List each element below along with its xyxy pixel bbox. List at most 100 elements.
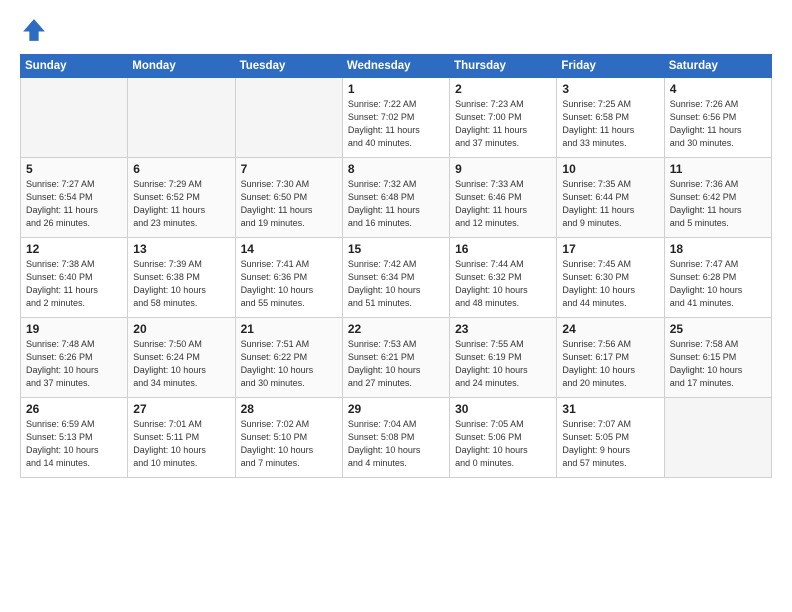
day-number: 30 <box>455 402 551 416</box>
day-info: Sunrise: 7:53 AM Sunset: 6:21 PM Dayligh… <box>348 338 444 390</box>
header-row: SundayMondayTuesdayWednesdayThursdayFrid… <box>21 55 772 78</box>
day-cell: 26Sunrise: 6:59 AM Sunset: 5:13 PM Dayli… <box>21 398 128 478</box>
day-cell: 24 Sunrise: 7:56 AM Sunset: 6:17 PM Dayli… <box>557 318 664 398</box>
day-cell: 29 Sunrise: 7:04 AM Sunset: 5:08 PM Dayli… <box>342 398 449 478</box>
day-number: 21 <box>241 322 337 336</box>
day-number: 13 <box>133 242 229 256</box>
day-cell: 31 Sunrise: 7:07 AM Sunset: 5:05 PM Dayli… <box>557 398 664 478</box>
day-number: 5 <box>26 162 122 176</box>
column-header-tuesday: Tuesday <box>235 55 342 78</box>
day-info: Sunrise: 7:48 AM Sunset: 6:26 PM Dayligh… <box>26 338 122 390</box>
day-cell: 30Sunrise: 7:05 AM Sunset: 5:06 PM Dayli… <box>450 398 557 478</box>
day-cell: 21 Sunrise: 7:51 AM Sunset: 6:22 PM Dayli… <box>235 318 342 398</box>
day-info: Sunrise: 7:36 AM Sunset: 6:42 PM Dayligh… <box>670 178 766 230</box>
day-number: 29 <box>348 402 444 416</box>
day-cell <box>235 78 342 158</box>
day-number: 20 <box>133 322 229 336</box>
day-info: Sunrise: 7:50 AM Sunset: 6:24 PM Dayligh… <box>133 338 229 390</box>
day-cell: 10Sunrise: 7:35 AM Sunset: 6:44 PM Dayli… <box>557 158 664 238</box>
day-number: 2 <box>455 82 551 96</box>
day-number: 1 <box>348 82 444 96</box>
day-info: Sunrise: 7:33 AM Sunset: 6:46 PM Dayligh… <box>455 178 551 230</box>
day-number: 27 <box>133 402 229 416</box>
day-number: 23 <box>455 322 551 336</box>
day-cell: 18 Sunrise: 7:47 AM Sunset: 6:28 PM Dayli… <box>664 238 771 318</box>
column-header-sunday: Sunday <box>21 55 128 78</box>
column-header-monday: Monday <box>128 55 235 78</box>
day-cell: 22 Sunrise: 7:53 AM Sunset: 6:21 PM Dayli… <box>342 318 449 398</box>
logo-icon <box>20 16 48 44</box>
column-header-friday: Friday <box>557 55 664 78</box>
column-header-thursday: Thursday <box>450 55 557 78</box>
day-cell: 23 Sunrise: 7:55 AM Sunset: 6:19 PM Dayli… <box>450 318 557 398</box>
day-cell: 17 Sunrise: 7:45 AM Sunset: 6:30 PM Dayli… <box>557 238 664 318</box>
day-info: Sunrise: 7:02 AM Sunset: 5:10 PM Dayligh… <box>241 418 337 470</box>
day-info: Sunrise: 6:59 AM Sunset: 5:13 PM Dayligh… <box>26 418 122 470</box>
day-number: 10 <box>562 162 658 176</box>
day-info: Sunrise: 7:26 AM Sunset: 6:56 PM Dayligh… <box>670 98 766 150</box>
day-cell: 1 Sunrise: 7:22 AM Sunset: 7:02 PM Daylig… <box>342 78 449 158</box>
week-row-2: 5 Sunrise: 7:27 AM Sunset: 6:54 PM Daylig… <box>21 158 772 238</box>
day-number: 19 <box>26 322 122 336</box>
day-cell: 4 Sunrise: 7:26 AM Sunset: 6:56 PM Daylig… <box>664 78 771 158</box>
day-info: Sunrise: 7:01 AM Sunset: 5:11 PM Dayligh… <box>133 418 229 470</box>
day-info: Sunrise: 7:32 AM Sunset: 6:48 PM Dayligh… <box>348 178 444 230</box>
day-cell: 11 Sunrise: 7:36 AM Sunset: 6:42 PM Dayli… <box>664 158 771 238</box>
day-info: Sunrise: 7:44 AM Sunset: 6:32 PM Dayligh… <box>455 258 551 310</box>
day-cell <box>128 78 235 158</box>
day-number: 9 <box>455 162 551 176</box>
day-info: Sunrise: 7:30 AM Sunset: 6:50 PM Dayligh… <box>241 178 337 230</box>
day-cell: 14 Sunrise: 7:41 AM Sunset: 6:36 PM Dayli… <box>235 238 342 318</box>
day-number: 24 <box>562 322 658 336</box>
day-number: 16 <box>455 242 551 256</box>
day-number: 7 <box>241 162 337 176</box>
day-info: Sunrise: 7:45 AM Sunset: 6:30 PM Dayligh… <box>562 258 658 310</box>
day-number: 18 <box>670 242 766 256</box>
day-cell: 28 Sunrise: 7:02 AM Sunset: 5:10 PM Dayli… <box>235 398 342 478</box>
day-cell <box>664 398 771 478</box>
day-info: Sunrise: 7:41 AM Sunset: 6:36 PM Dayligh… <box>241 258 337 310</box>
day-number: 4 <box>670 82 766 96</box>
day-number: 3 <box>562 82 658 96</box>
calendar-header: SundayMondayTuesdayWednesdayThursdayFrid… <box>21 55 772 78</box>
day-cell: 12Sunrise: 7:38 AM Sunset: 6:40 PM Dayli… <box>21 238 128 318</box>
column-header-saturday: Saturday <box>664 55 771 78</box>
day-info: Sunrise: 7:56 AM Sunset: 6:17 PM Dayligh… <box>562 338 658 390</box>
day-number: 14 <box>241 242 337 256</box>
day-info: Sunrise: 7:22 AM Sunset: 7:02 PM Dayligh… <box>348 98 444 150</box>
day-cell: 13Sunrise: 7:39 AM Sunset: 6:38 PM Dayli… <box>128 238 235 318</box>
day-info: Sunrise: 7:25 AM Sunset: 6:58 PM Dayligh… <box>562 98 658 150</box>
week-row-4: 19 Sunrise: 7:48 AM Sunset: 6:26 PM Dayli… <box>21 318 772 398</box>
day-info: Sunrise: 7:23 AM Sunset: 7:00 PM Dayligh… <box>455 98 551 150</box>
day-number: 11 <box>670 162 766 176</box>
day-cell: 15 Sunrise: 7:42 AM Sunset: 6:34 PM Dayli… <box>342 238 449 318</box>
day-cell: 20 Sunrise: 7:50 AM Sunset: 6:24 PM Dayli… <box>128 318 235 398</box>
calendar-body: 1 Sunrise: 7:22 AM Sunset: 7:02 PM Daylig… <box>21 78 772 478</box>
day-cell: 2 Sunrise: 7:23 AM Sunset: 7:00 PM Daylig… <box>450 78 557 158</box>
day-cell: 6Sunrise: 7:29 AM Sunset: 6:52 PM Daylig… <box>128 158 235 238</box>
day-info: Sunrise: 7:07 AM Sunset: 5:05 PM Dayligh… <box>562 418 658 470</box>
week-row-3: 12Sunrise: 7:38 AM Sunset: 6:40 PM Dayli… <box>21 238 772 318</box>
day-cell: 3 Sunrise: 7:25 AM Sunset: 6:58 PM Daylig… <box>557 78 664 158</box>
day-number: 6 <box>133 162 229 176</box>
day-cell: 5 Sunrise: 7:27 AM Sunset: 6:54 PM Daylig… <box>21 158 128 238</box>
week-row-1: 1 Sunrise: 7:22 AM Sunset: 7:02 PM Daylig… <box>21 78 772 158</box>
header <box>20 16 772 44</box>
logo <box>20 16 52 44</box>
day-number: 22 <box>348 322 444 336</box>
day-info: Sunrise: 7:47 AM Sunset: 6:28 PM Dayligh… <box>670 258 766 310</box>
day-info: Sunrise: 7:51 AM Sunset: 6:22 PM Dayligh… <box>241 338 337 390</box>
day-info: Sunrise: 7:04 AM Sunset: 5:08 PM Dayligh… <box>348 418 444 470</box>
day-number: 31 <box>562 402 658 416</box>
day-cell: 16 Sunrise: 7:44 AM Sunset: 6:32 PM Dayli… <box>450 238 557 318</box>
day-number: 28 <box>241 402 337 416</box>
day-info: Sunrise: 7:58 AM Sunset: 6:15 PM Dayligh… <box>670 338 766 390</box>
day-cell: 7 Sunrise: 7:30 AM Sunset: 6:50 PM Daylig… <box>235 158 342 238</box>
day-number: 17 <box>562 242 658 256</box>
day-number: 15 <box>348 242 444 256</box>
day-info: Sunrise: 7:27 AM Sunset: 6:54 PM Dayligh… <box>26 178 122 230</box>
day-info: Sunrise: 7:38 AM Sunset: 6:40 PM Dayligh… <box>26 258 122 310</box>
day-cell: 9 Sunrise: 7:33 AM Sunset: 6:46 PM Daylig… <box>450 158 557 238</box>
day-info: Sunrise: 7:42 AM Sunset: 6:34 PM Dayligh… <box>348 258 444 310</box>
day-info: Sunrise: 7:55 AM Sunset: 6:19 PM Dayligh… <box>455 338 551 390</box>
